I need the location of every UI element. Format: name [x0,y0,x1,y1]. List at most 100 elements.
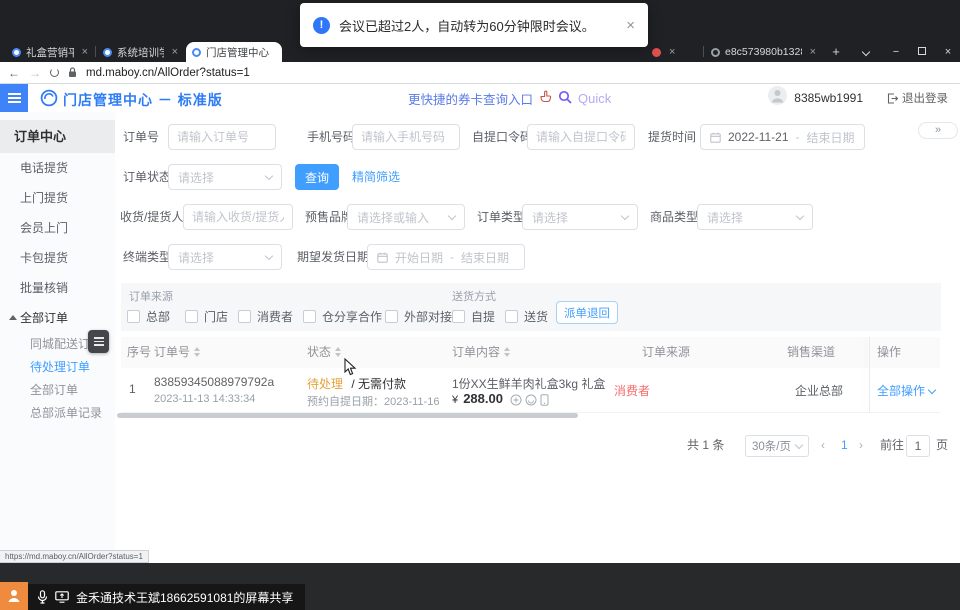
browser-tab-1[interactable]: 礼盒营销平台管理中心 × [6,42,94,62]
tab-close-icon[interactable]: × [172,47,178,58]
sidebar: 订单中心 电话提货 上门提货 会员上门 卡包提货 批量核销 全部订单 同城配送订… [0,112,115,563]
dispatch-return-button[interactable]: 派单退回 [556,301,618,324]
window-maximize-button[interactable] [914,45,930,59]
window-minimize-button[interactable]: − [888,45,904,59]
checkbox-icon[interactable] [505,310,518,323]
expect-date-range-picker[interactable]: 开始日期 - 结束日期 [367,244,525,270]
page-size-select[interactable]: 30条/页 [745,435,809,457]
close-icon[interactable]: × [626,18,635,33]
sidebar-group-all-orders[interactable]: 全部订单 [0,303,115,333]
url-text[interactable]: md.maboy.cn/AllOrder?status=1 [86,67,250,79]
checkbox-delivery[interactable]: 送货 [505,308,548,325]
end-date-placeholder[interactable]: 结束日期 [807,129,855,146]
logout-button[interactable]: 退出登录 [887,90,948,106]
sort-icon[interactable] [335,347,341,357]
checkbox-icon[interactable] [185,310,198,323]
order-status-select[interactable]: 请选择 [168,164,282,190]
sidebar-collapse-handle[interactable] [88,330,109,353]
back-icon[interactable]: ← [8,67,20,79]
new-tab-button[interactable]: + [828,44,844,60]
status-badge: 待处理 [307,377,343,391]
current-page[interactable]: 1 [841,434,848,456]
browser-tab-4[interactable]: × [646,42,703,62]
sort-icon[interactable] [194,347,200,357]
pickup-code-input[interactable] [527,124,635,150]
checkbox-hq[interactable]: 总部 [127,308,170,325]
checkbox-icon[interactable] [238,310,251,323]
payment-status: / 无需付款 [351,377,406,391]
sidebar-item-batch-verify[interactable]: 批量核销 [0,273,115,303]
checkbox-self-pickup[interactable]: 自提 [452,308,495,325]
pickup-time-range-picker[interactable]: 2022-11-21 - 结束日期 [700,124,865,150]
sales-channel-value: 企业总部 [795,382,843,399]
col-order-no[interactable]: 订单号 [154,337,200,368]
refresh-icon[interactable] [50,68,59,77]
goto-page-input[interactable] [906,435,930,457]
all-actions-dropdown[interactable]: 全部操作 [877,382,935,399]
prev-page-button[interactable]: ‹ [821,434,825,456]
tab-close-icon[interactable]: × [669,47,675,58]
order-type-select[interactable]: 请选择 [522,204,638,230]
presale-brand-select[interactable]: 请选择或输入 [347,204,465,230]
col-action: 操作 [877,337,901,368]
filters-collapse-button[interactable]: » [918,122,958,139]
screen-share-indicator[interactable]: 金禾通技术王斌18662591081的屏幕共享 [28,584,305,610]
goods-type-select[interactable]: 请选择 [697,204,813,230]
next-page-button[interactable]: › [859,434,863,456]
horizontal-scrollbar[interactable] [117,413,578,418]
sidebar-item-member-visit[interactable]: 会员上门 [0,213,115,243]
checkbox-icon[interactable] [127,310,140,323]
browser-tab-5[interactable]: e8c573980b1328a258fd2e618 × [705,42,822,62]
info-icon: ! [313,17,330,34]
checkbox-icon[interactable] [452,310,465,323]
fixed-column-divider [869,337,870,413]
phone-input[interactable] [352,124,460,150]
search-icon[interactable] [558,90,572,107]
window-close-button[interactable]: × [940,45,956,59]
checkbox-store[interactable]: 门店 [185,308,228,325]
start-date-value[interactable]: 2022-11-21 [728,130,789,144]
mouse-cursor [344,358,357,381]
tab-close-icon[interactable]: × [810,47,816,58]
channel-badge-icon [525,394,537,406]
sidebar-item-hq-dispatch-records[interactable]: 总部派单记录 [0,402,115,425]
sidebar-item-card-pickup[interactable]: 卡包提货 [0,243,115,273]
sidebar-item-pending-orders[interactable]: 待处理订单 [0,356,115,379]
quick-label[interactable]: Quick [578,91,611,106]
sidebar-item-phone-pickup[interactable]: 电话提货 [0,153,115,183]
sidebar-item-all-orders[interactable]: 全部订单 [0,379,115,402]
pickup-time-label: 提货时间 [648,124,696,150]
tab-search-caret-icon[interactable] [858,45,874,59]
browser-tab-active[interactable]: 门店管理中心 [186,42,282,62]
order-no-value: 83859345088979792a [154,375,274,389]
menu-toggle-button[interactable] [0,84,28,112]
checkbox-warehouse-share[interactable]: 仓分享合作 [303,308,382,325]
order-no-input[interactable] [168,124,276,150]
checkbox-external[interactable]: 外部对接 [385,308,452,325]
col-status[interactable]: 状态 [307,337,341,368]
chevron-down-icon [265,251,273,259]
sort-icon[interactable] [504,347,510,357]
username: 8385wb1991 [794,91,863,105]
tab-close-icon[interactable]: × [82,47,88,58]
simple-filter-link[interactable]: 精简筛选 [352,164,400,190]
calendar-icon [377,252,388,263]
end-date-placeholder[interactable]: 结束日期 [461,249,509,266]
col-content[interactable]: 订单内容 [452,337,510,368]
desktop-taskbar: 金禾通技术王斌18662591081的屏幕共享 [0,563,960,610]
start-date-placeholder[interactable]: 开始日期 [395,249,443,266]
terminal-type-select[interactable]: 请选择 [168,244,282,270]
search-button[interactable]: 查询 [295,164,339,190]
browser-tab-2[interactable]: 系统培训学习 × [97,42,184,62]
forward-icon[interactable]: → [29,67,41,79]
sidebar-item-door-pickup[interactable]: 上门提货 [0,183,115,213]
order-type-label: 订单类型 [477,204,525,230]
checkbox-icon[interactable] [385,310,398,323]
presale-brand-label: 预售品牌 [305,204,353,230]
checkbox-consumer[interactable]: 消费者 [238,308,293,325]
checkbox-icon[interactable] [303,310,316,323]
app-title: 门店管理中心 － 标准版 [63,90,223,110]
meeting-app-tile[interactable] [0,582,28,610]
receiver-input[interactable] [183,204,293,230]
quick-entry-link[interactable]: 更快捷的券卡查询入口 [408,89,533,108]
